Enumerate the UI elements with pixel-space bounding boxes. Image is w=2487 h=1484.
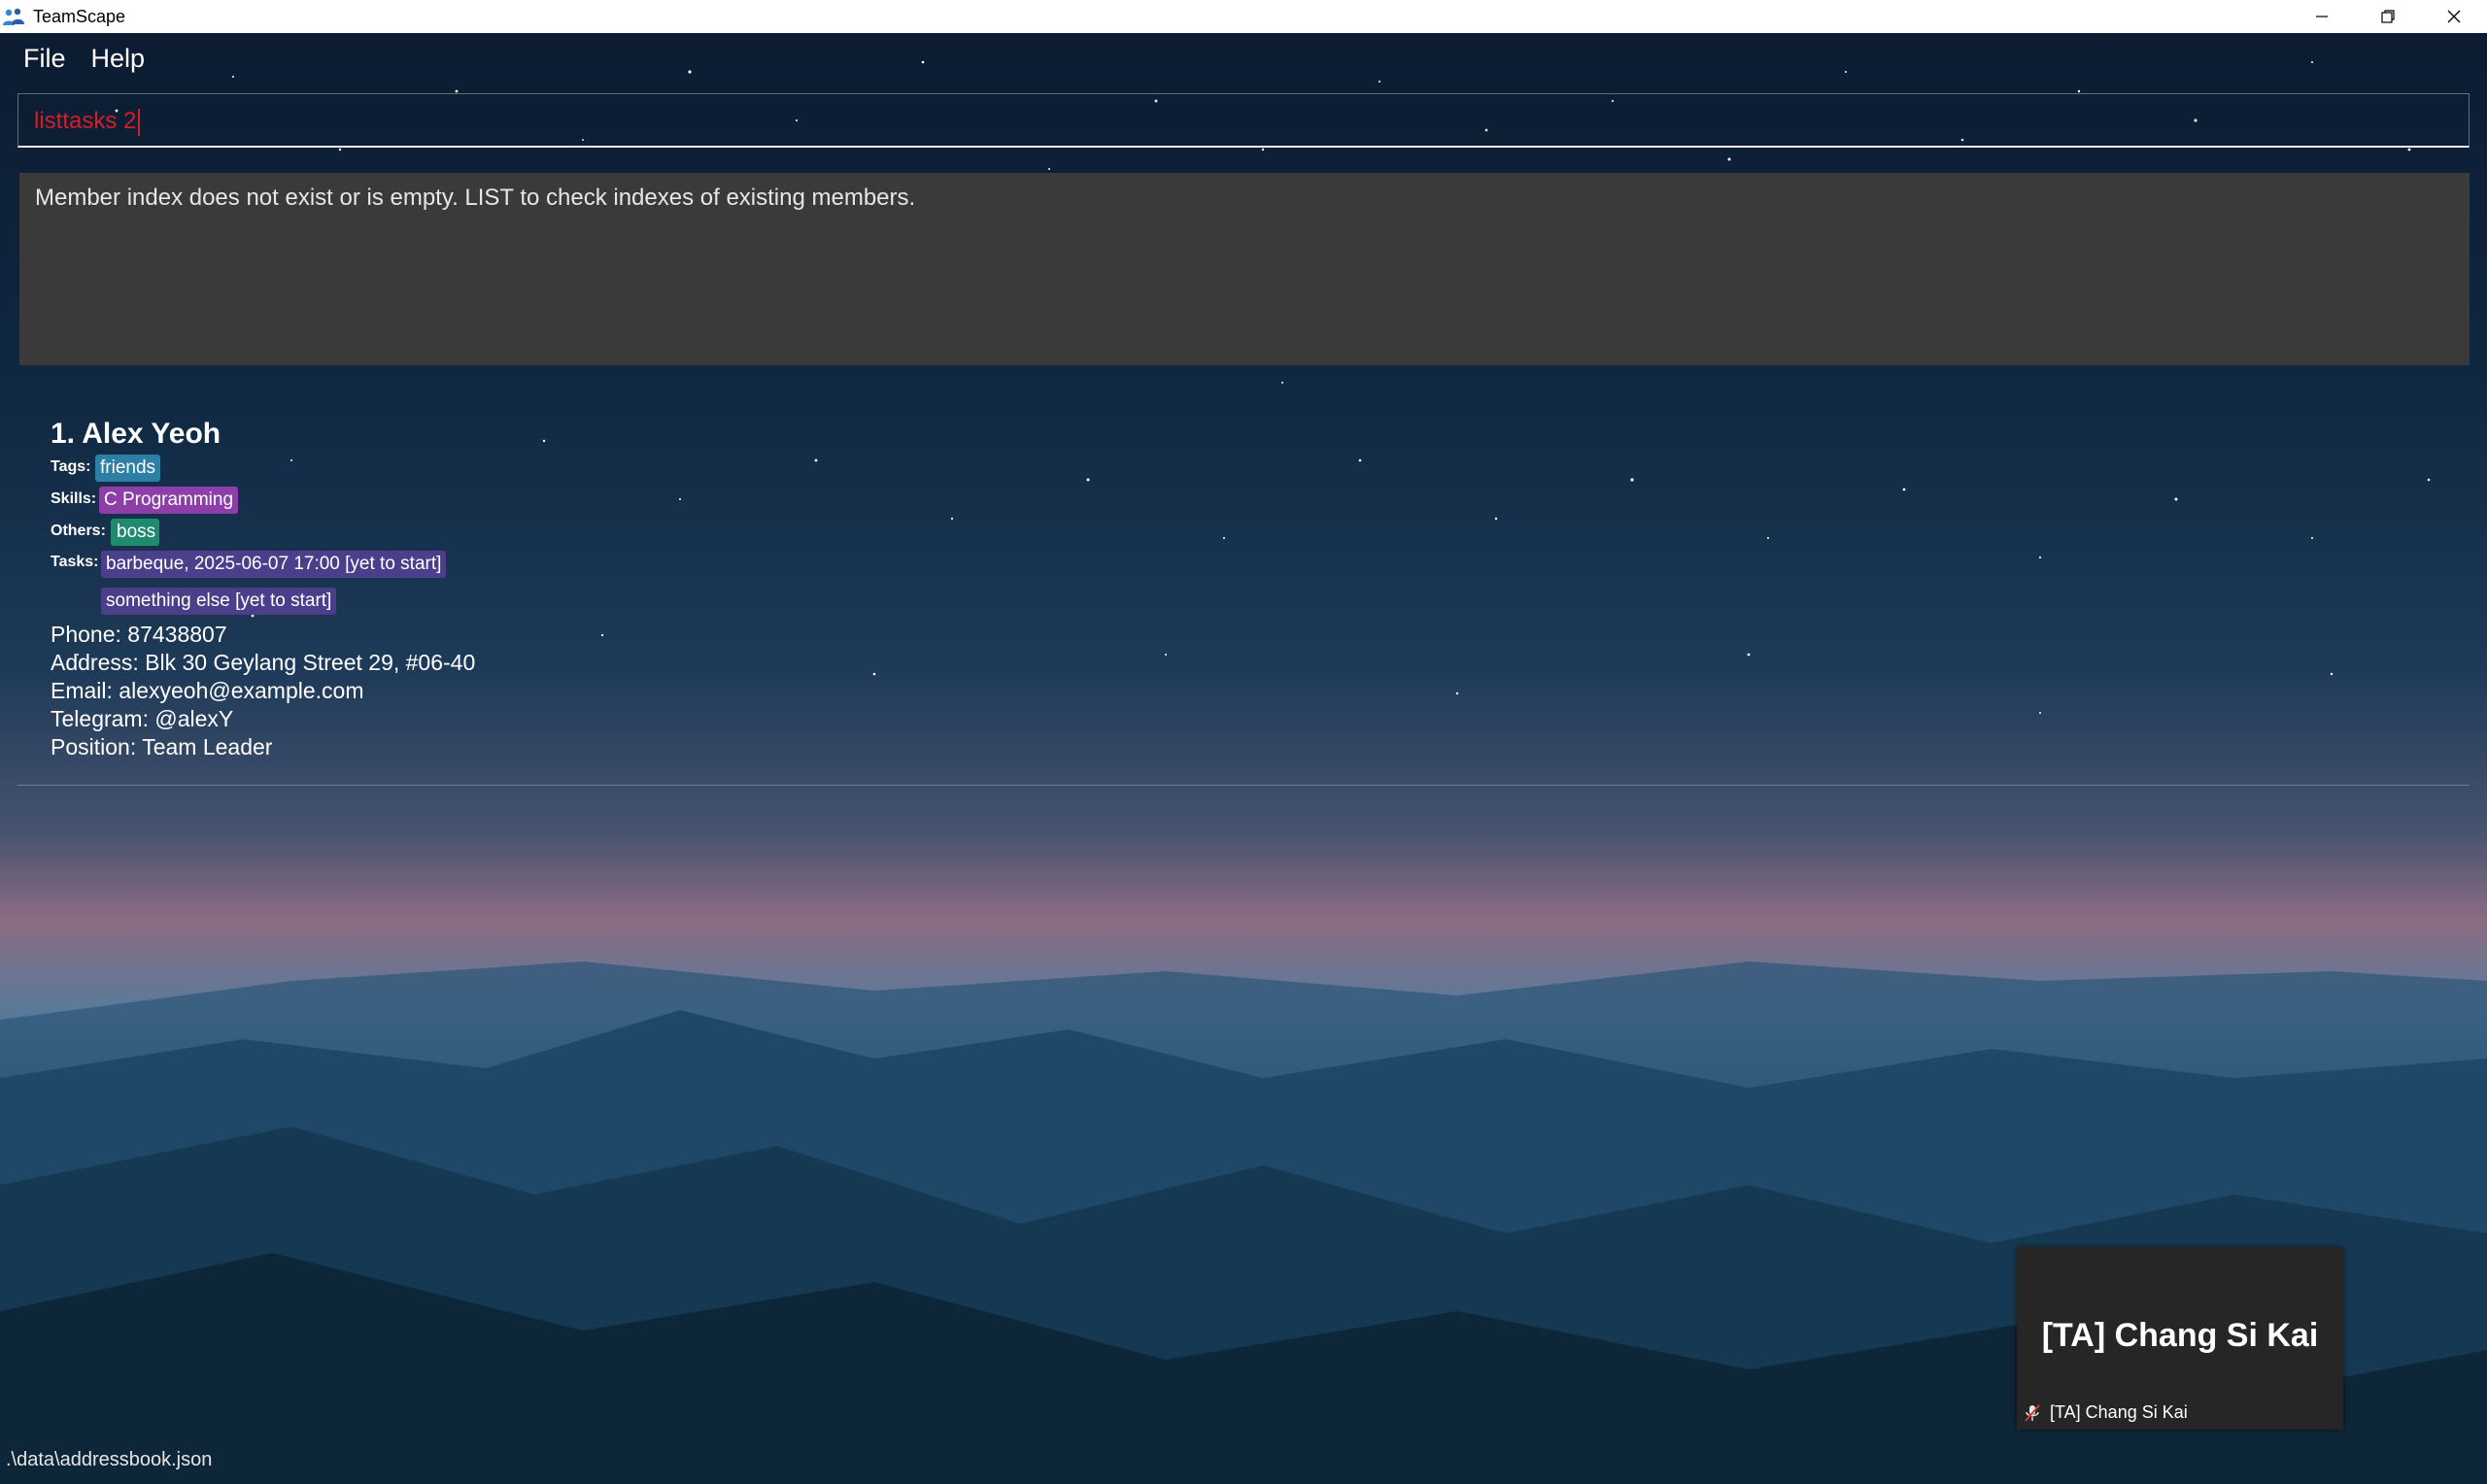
phone-text: Phone: 87438807: [51, 622, 227, 647]
skills-label: Skills:: [51, 490, 97, 507]
skill-chip: C Programming: [99, 487, 239, 514]
menu-file[interactable]: File: [0, 44, 78, 74]
tags-label: Tags:: [51, 458, 91, 475]
task-chip: barbeque, 2025-06-07 17:00 [yet to start…: [101, 551, 447, 578]
close-icon: [2447, 10, 2461, 23]
app-window: TeamScape File Help listtasks 2 Member i…: [0, 0, 2487, 1484]
task-chip: something else [yet to start]: [101, 588, 337, 615]
people-icon: [3, 8, 24, 25]
call-participant-tile[interactable]: [TA] Chang Si Kai [TA] Chang Si Kai: [2017, 1247, 2343, 1430]
address-text: Address: Blk 30 Geylang Street 29, #06-4…: [51, 650, 476, 675]
command-input[interactable]: listtasks 2: [17, 93, 2470, 148]
participant-footer-name: [TA] Chang Si Kai: [2050, 1402, 2188, 1422]
command-input-value: listtasks 2: [34, 108, 141, 136]
menu-help[interactable]: Help: [78, 44, 157, 74]
result-message: Member index does not exist or is empty.…: [35, 185, 916, 211]
close-button[interactable]: [2421, 0, 2487, 33]
position-text: Position: Team Leader: [51, 734, 273, 759]
window-controls: [2289, 0, 2487, 33]
participant-footer: [TA] Chang Si Kai: [2023, 1402, 2188, 1423]
result-display[interactable]: Member index does not exist or is empty.…: [19, 173, 2470, 365]
text-caret: [138, 108, 141, 136]
tag-chip: friends: [95, 455, 161, 482]
person-card[interactable]: 1. Alex Yeoh Tags: friends Skills: C Pro…: [17, 406, 2470, 786]
other-chip: boss: [111, 519, 160, 546]
email-text: Email: alexyeoh@example.com: [51, 678, 364, 703]
menu-bar: File Help: [0, 33, 156, 84]
command-text: listtasks 2: [34, 108, 137, 134]
mic-muted-icon: [2025, 1403, 2040, 1422]
person-name: 1. Alex Yeoh: [51, 418, 221, 450]
others-label: Others:: [51, 523, 106, 539]
participant-display-name: [TA] Chang Si Kai: [2041, 1317, 2319, 1354]
minimize-button[interactable]: [2289, 0, 2355, 33]
restore-button[interactable]: [2355, 0, 2421, 33]
telegram-text: Telegram: @alexY: [51, 706, 234, 731]
window-title: TeamScape: [33, 6, 126, 26]
restore-icon: [2381, 10, 2395, 23]
minimize-icon: [2316, 16, 2328, 17]
title-bar: TeamScape: [0, 0, 2487, 33]
status-bar-path: .\data\addressbook.json: [6, 1449, 213, 1470]
tasks-label: Tasks:: [51, 554, 99, 570]
